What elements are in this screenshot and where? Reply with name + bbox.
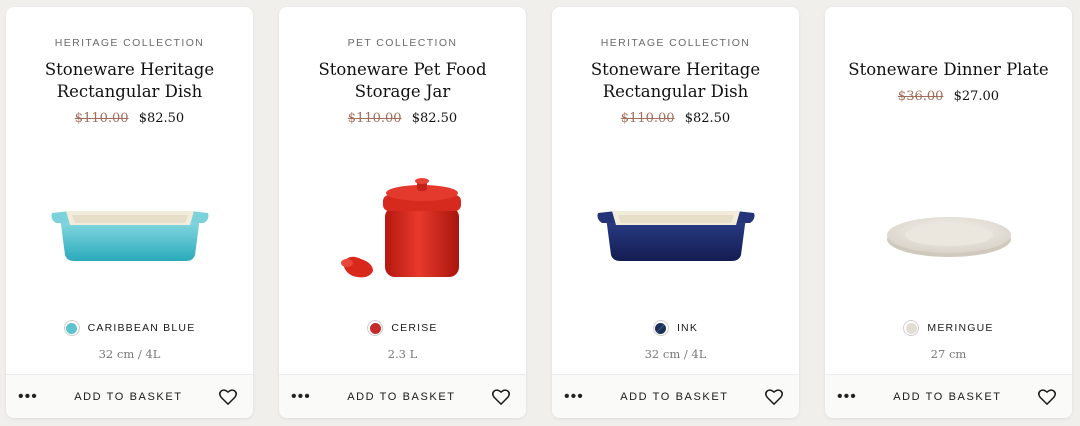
product-card[interactable]: PET COLLECTION Stoneware Pet Food Storag… bbox=[279, 7, 526, 418]
add-to-basket-button[interactable]: ADD TO BASKET bbox=[893, 391, 1001, 403]
colour-name: MERINGUE bbox=[927, 322, 994, 334]
add-to-basket-button[interactable]: ADD TO BASKET bbox=[347, 391, 455, 403]
product-card-body[interactable]: PET COLLECTION Stoneware Pet Food Storag… bbox=[279, 7, 526, 374]
sale-price: $82.50 bbox=[411, 111, 458, 126]
product-image-rectangular-dish-ink[interactable] bbox=[576, 167, 776, 297]
product-size: 32 cm / 4L bbox=[98, 347, 161, 361]
product-card[interactable]: HERITAGE COLLECTION Stoneware Heritage R… bbox=[6, 7, 253, 418]
product-size: 2.3 L bbox=[387, 347, 418, 361]
wishlist-heart-icon[interactable] bbox=[1037, 388, 1056, 406]
card-footer: ••• ADD TO BASKET bbox=[825, 374, 1072, 418]
card-footer: ••• ADD TO BASKET bbox=[279, 374, 526, 418]
collection-label: HERITAGE COLLECTION bbox=[600, 37, 751, 49]
card-footer: ••• ADD TO BASKET bbox=[6, 374, 253, 418]
product-card-body[interactable]: Stoneware Dinner Plate $36.00 $27.00 MER… bbox=[825, 7, 1072, 374]
sale-price: $27.00 bbox=[953, 89, 1000, 104]
wishlist-heart-icon[interactable] bbox=[764, 388, 783, 406]
product-image-pet-storage-jar-cerise[interactable] bbox=[303, 167, 503, 297]
price-row: $110.00 $82.50 bbox=[6, 111, 253, 126]
product-image-rectangular-dish-caribbean[interactable] bbox=[30, 167, 230, 297]
colour-swatch[interactable] bbox=[367, 320, 384, 336]
original-price: $110.00 bbox=[74, 111, 129, 126]
more-options-button[interactable]: ••• bbox=[564, 388, 584, 405]
product-size: 27 cm bbox=[930, 347, 967, 361]
product-title[interactable]: Stoneware Pet Food Storage Jar bbox=[293, 59, 512, 103]
product-card-body[interactable]: HERITAGE COLLECTION Stoneware Heritage R… bbox=[6, 7, 253, 374]
product-title[interactable]: Stoneware Dinner Plate bbox=[839, 59, 1058, 81]
colour-name: CARIBBEAN BLUE bbox=[87, 322, 196, 334]
original-price: $36.00 bbox=[897, 89, 944, 104]
more-options-button[interactable]: ••• bbox=[291, 388, 311, 405]
add-to-basket-button[interactable]: ADD TO BASKET bbox=[74, 391, 182, 403]
price-row: $110.00 $82.50 bbox=[552, 111, 799, 126]
price-row: $110.00 $82.50 bbox=[279, 111, 526, 126]
wishlist-heart-icon[interactable] bbox=[491, 388, 510, 406]
colour-swatch-row[interactable]: CARIBBEAN BLUE bbox=[6, 320, 253, 336]
wishlist-heart-icon[interactable] bbox=[218, 388, 237, 406]
collection-label: HERITAGE COLLECTION bbox=[54, 37, 205, 49]
price-row: $36.00 $27.00 bbox=[825, 89, 1072, 104]
swatch-fill bbox=[369, 322, 381, 334]
more-options-button[interactable]: ••• bbox=[18, 388, 38, 405]
colour-swatch-row[interactable]: CERISE bbox=[279, 320, 526, 336]
original-price: $110.00 bbox=[347, 111, 402, 126]
product-title[interactable]: Stoneware Heritage Rectangular Dish bbox=[20, 59, 239, 103]
product-size: 32 cm / 4L bbox=[644, 347, 707, 361]
colour-swatch-row[interactable]: MERINGUE bbox=[825, 320, 1072, 336]
original-price: $110.00 bbox=[620, 111, 675, 126]
swatch-fill bbox=[66, 322, 78, 334]
colour-swatch-row[interactable]: INK bbox=[552, 320, 799, 336]
colour-swatch[interactable] bbox=[652, 320, 669, 336]
swatch-fill bbox=[905, 322, 917, 334]
product-title[interactable]: Stoneware Heritage Rectangular Dish bbox=[566, 59, 785, 103]
add-to-basket-button[interactable]: ADD TO BASKET bbox=[620, 391, 728, 403]
product-card[interactable]: Stoneware Dinner Plate $36.00 $27.00 MER… bbox=[825, 7, 1072, 418]
collection-label: PET COLLECTION bbox=[347, 37, 458, 49]
sale-price: $82.50 bbox=[138, 111, 185, 126]
product-card[interactable]: HERITAGE COLLECTION Stoneware Heritage R… bbox=[552, 7, 799, 418]
colour-name: CERISE bbox=[391, 322, 438, 334]
swatch-fill bbox=[655, 322, 667, 334]
product-image-dinner-plate-meringue[interactable] bbox=[849, 167, 1049, 297]
colour-name: INK bbox=[676, 322, 699, 334]
more-options-button[interactable]: ••• bbox=[837, 388, 857, 405]
sale-price: $82.50 bbox=[684, 111, 731, 126]
colour-swatch[interactable] bbox=[63, 320, 80, 336]
product-card-body[interactable]: HERITAGE COLLECTION Stoneware Heritage R… bbox=[552, 7, 799, 374]
colour-swatch[interactable] bbox=[903, 320, 920, 336]
card-footer: ••• ADD TO BASKET bbox=[552, 374, 799, 418]
product-grid: HERITAGE COLLECTION Stoneware Heritage R… bbox=[0, 0, 1080, 426]
